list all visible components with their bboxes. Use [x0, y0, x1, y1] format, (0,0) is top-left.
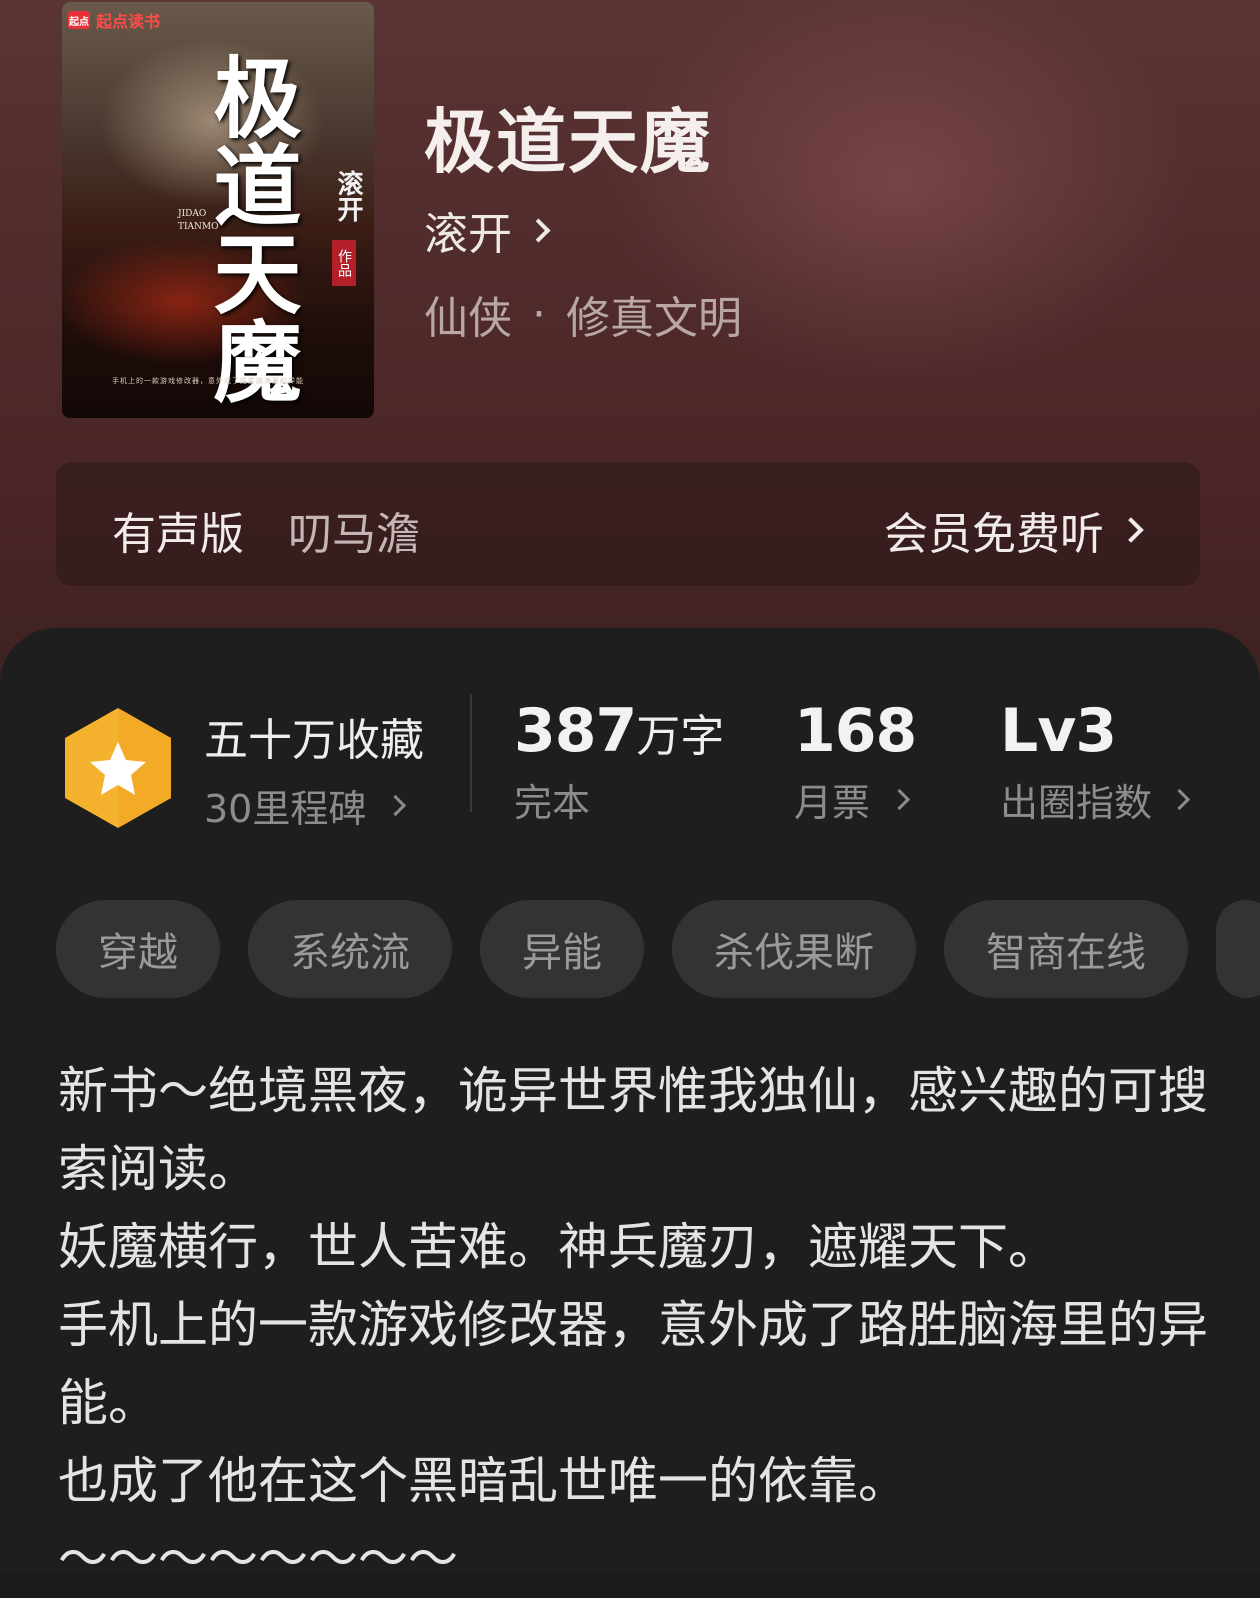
genre-separator: ·	[532, 288, 546, 340]
tag-chip-partial[interactable]	[1216, 900, 1260, 998]
tag-chip[interactable]: 杀伐果断	[672, 900, 916, 998]
chevron-right-icon	[526, 217, 551, 243]
book-title: 极道天魔	[424, 100, 712, 183]
subgenre[interactable]: 修真文明	[566, 282, 742, 346]
genre[interactable]: 仙侠	[424, 282, 512, 346]
milestone-label: 30里程碑	[204, 787, 367, 831]
chevron-right-icon	[888, 788, 911, 811]
author-link[interactable]: 滚开	[424, 198, 551, 262]
word-count-stat: 387万字 完本	[514, 696, 724, 827]
audio-narrator: 叨马澹	[288, 509, 420, 560]
member-free-listen-button[interactable]: 会员免费听	[884, 498, 1144, 562]
description-line: 手机上的一款游戏修改器，意外成了路胜脑海里的异能。	[58, 1296, 1208, 1432]
audio-version-bar[interactable]: 有声版 叨马澹 会员免费听	[56, 462, 1200, 586]
cover-author: 滚开	[333, 170, 363, 222]
cover-title: 极道天魔	[199, 52, 303, 404]
popularity-index-stat[interactable]: Lv3 出圈指数	[1000, 696, 1191, 827]
tag-chip[interactable]: 穿越	[56, 900, 220, 998]
word-count-value: 387	[514, 696, 637, 766]
milestone-stat[interactable]: 五十万收藏 30里程碑	[204, 704, 424, 833]
member-free-listen-label: 会员免费听	[884, 509, 1104, 560]
chevron-right-icon	[1118, 517, 1144, 543]
book-cover[interactable]: 起点 起点读书 极道天魔 JIDAO TIANMO 滚开 作品 手机上的一款游戏…	[62, 2, 374, 418]
completion-status: 完本	[514, 781, 591, 825]
cover-pinyin-line2: TIANMO	[178, 222, 219, 232]
stats-divider	[470, 694, 472, 812]
book-description: 新书～绝境黑夜，诡异世界惟我独仙，感兴趣的可搜索阅读。 妖魔横行，世人苦难。神兵…	[58, 1052, 1208, 1598]
popularity-level: Lv3	[1000, 696, 1117, 766]
tag-chip[interactable]: 异能	[480, 900, 644, 998]
book-header: 起点 起点读书 极道天魔 JIDAO TIANMO 滚开 作品 手机上的一款游戏…	[0, 0, 1260, 680]
genre-row: 仙侠 · 修真文明	[424, 282, 742, 346]
chevron-right-icon	[1168, 788, 1191, 811]
chevron-right-icon	[385, 794, 407, 817]
cover-pinyin: JIDAO TIANMO	[178, 208, 219, 234]
cover-brand-name: 起点读书	[96, 12, 161, 31]
description-line: ～～～～～～～～	[58, 1530, 458, 1588]
description-line: 妖魔横行，世人苦难。神兵魔刃，遮耀天下。	[58, 1218, 1058, 1276]
monthly-votes-stat[interactable]: 168 月票	[794, 696, 917, 827]
monthly-votes-label: 月票	[794, 781, 871, 825]
popularity-index-label: 出圈指数	[1000, 781, 1153, 825]
cover-brand: 起点 起点读书	[68, 8, 160, 32]
star-hexagon-icon	[65, 708, 171, 828]
description-line: 新书～绝境黑夜，诡异世界惟我独仙，感兴趣的可搜索阅读。	[58, 1062, 1208, 1198]
cover-author-tag: 作品	[332, 240, 356, 286]
author-name: 滚开	[424, 209, 512, 260]
collection-count: 五十万收藏	[204, 715, 424, 766]
book-detail-panel: 五十万收藏 30里程碑 387万字 完本 168 月票 Lv3 出圈指数 穿越 …	[0, 628, 1260, 1588]
tag-list: 穿越 系统流 异能 杀伐果断 智商在线	[56, 900, 1260, 998]
milestone-link[interactable]: 30里程碑	[204, 778, 424, 833]
monthly-votes-value: 168	[794, 696, 917, 766]
brand-logo-icon: 起点	[68, 11, 90, 29]
tag-chip[interactable]: 系统流	[248, 900, 452, 998]
word-count-unit: 万字	[636, 711, 725, 762]
tag-chip[interactable]: 智商在线	[944, 900, 1188, 998]
cover-tagline: 手机上的一款游戏修改器，意外成了路胜脑海里的异能	[112, 377, 304, 385]
cover-pinyin-line1: JIDAO	[178, 209, 207, 219]
audio-version-label: 有声版	[112, 509, 244, 560]
description-line: 也成了他在这个黑暗乱世唯一的依靠。	[58, 1452, 908, 1510]
